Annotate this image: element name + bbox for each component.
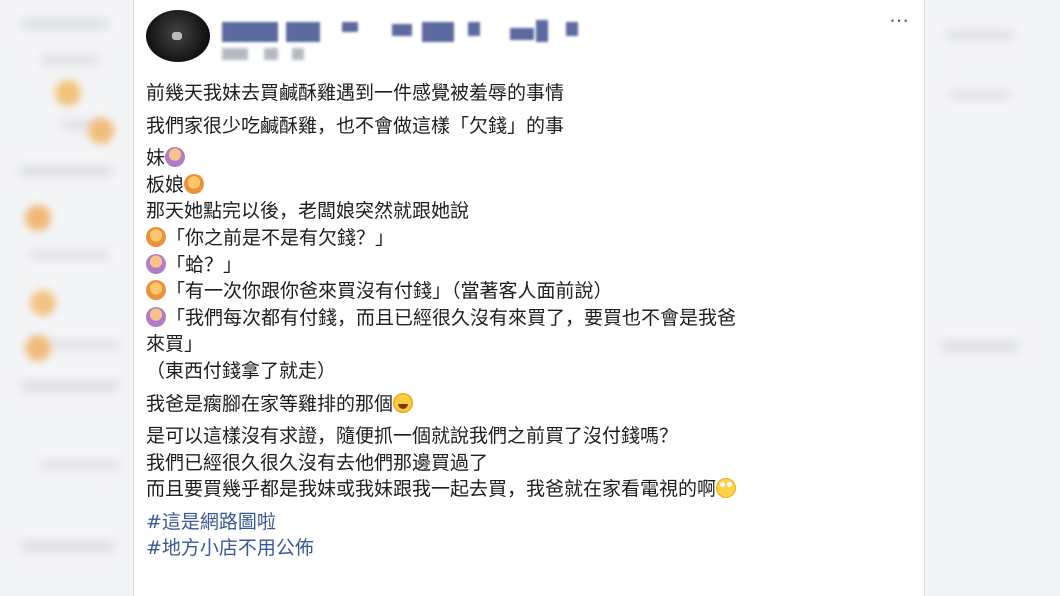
woman-face-icon [146, 226, 166, 247]
post-text-line: 而且要買幾乎都是我妹或我妹跟我一起去買，我爸就在家看電視的啊 [146, 476, 906, 503]
post-text-line: 前幾天我妹去買鹹酥雞遇到一件感覺被羞辱的事情 [146, 82, 565, 104]
facebook-post-card: ⋯ 前幾天我妹去買鹹酥雞遇到一件感覺被羞辱的事情 我們家很少吃鹹酥雞，也不會做這… [133, 0, 925, 596]
hashtag-link[interactable]: #地方小店不用公佈 [146, 535, 906, 561]
post-body: 前幾天我妹去買鹹酥雞遇到一件感覺被羞辱的事情 我們家很少吃鹹酥雞，也不會做這樣「… [146, 80, 906, 561]
post-text-line: 妹 [146, 145, 906, 172]
more-options-icon[interactable]: ⋯ [889, 8, 910, 32]
rolling-laughing-icon [393, 392, 414, 413]
post-text-line: 是可以這樣沒有求證，隨便抓一個就說我們之前買了沒付錢嗎？ [146, 425, 679, 448]
hashtag-list: #這是網路圖啦 #地方小店不用公佈 [146, 509, 906, 561]
woman-gesturing-no-icon [165, 147, 186, 168]
woman-face-icon [184, 173, 205, 194]
face-rolling-eyes-icon [716, 478, 737, 499]
post-text-line: 來買」 [146, 333, 204, 356]
woman-face-icon [146, 280, 166, 301]
author-avatar[interactable] [146, 10, 210, 62]
post-text-line: 我爸是瘸腳在家等雞排的那個 [146, 391, 906, 418]
hashtag-link[interactable]: #這是網路圖啦 [146, 509, 906, 535]
post-text-line: 「你之前是不是有欠錢？」 [146, 225, 906, 252]
woman-gesturing-no-icon [146, 306, 166, 327]
post-text-line: 「有一次你跟你爸來買沒有付錢」（當著客人面前說） [146, 278, 906, 305]
post-text-line: 我們家很少吃鹹酥雞，也不會做這樣「欠錢」的事 [146, 114, 565, 137]
post-text-line: 「我們每次都有付錢，而且已經很久沒有來買了，要買也不會是我爸 [146, 305, 906, 332]
post-text-line: 我們已經很久很久沒有去他們那邊買過了 [146, 451, 489, 474]
post-text-line: 「蛤？」 [146, 252, 906, 279]
post-text-line: 板娘 [146, 172, 906, 199]
post-text-line: （東西付錢拿了就走） [146, 359, 337, 382]
woman-gesturing-no-icon [146, 253, 166, 274]
post-text-line: 那天她點完以後，老闆娘突然就跟她說 [146, 200, 470, 223]
